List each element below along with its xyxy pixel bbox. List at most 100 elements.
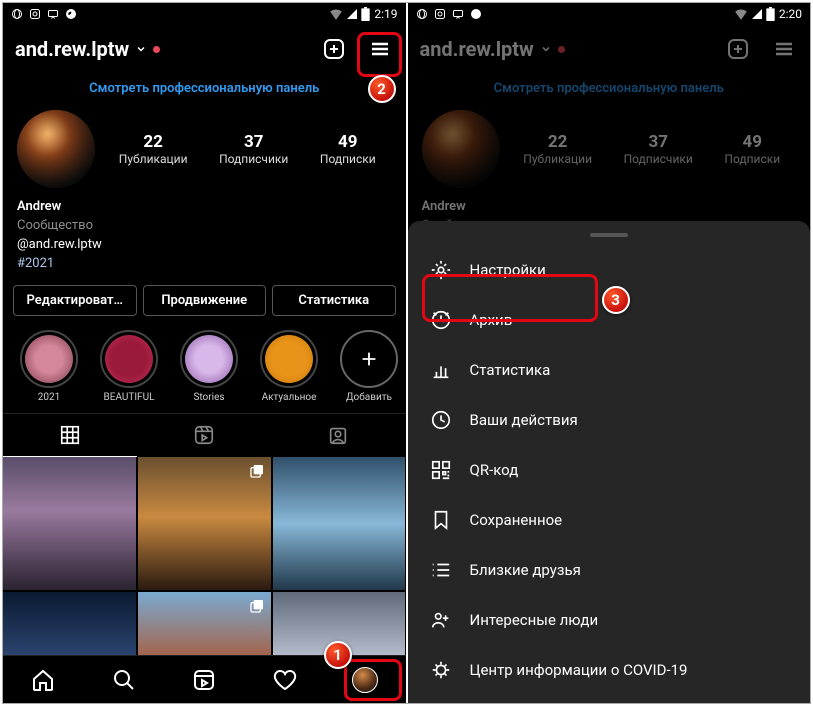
archive-icon [430, 309, 452, 331]
carousel-icon [249, 598, 265, 618]
menu-close-friends[interactable]: Близкие друзья [408, 545, 811, 595]
discover-icon [430, 609, 452, 631]
username: and.rew.lptw [420, 37, 534, 61]
tagged-icon [327, 424, 349, 446]
menu-qr[interactable]: QR-код [408, 445, 811, 495]
display-name: Andrew [17, 198, 392, 217]
chevron-down-icon [540, 43, 552, 55]
post-thumb[interactable] [138, 457, 271, 590]
promote-button[interactable]: Продвижение [143, 285, 267, 316]
wifi-icon [329, 8, 343, 20]
avatar-icon [352, 667, 378, 693]
reels-icon [193, 424, 215, 446]
following-stat[interactable]: 49Подписки [320, 132, 376, 166]
posts-stat[interactable]: 22Публикации [119, 132, 188, 166]
menu-saved[interactable]: Сохраненное [408, 495, 811, 545]
following-stat[interactable]: 49Подписки [724, 132, 780, 166]
highlight-item[interactable]: 2021 [13, 330, 85, 403]
menu-covid[interactable]: Центр информации о COVID-19 [408, 645, 811, 695]
opera-icon [416, 8, 428, 20]
grid-icon [59, 424, 81, 446]
avatar[interactable] [422, 110, 500, 188]
username-selector[interactable]: and.rew.lptw [420, 37, 565, 61]
home-icon [31, 668, 55, 692]
highlight-item[interactable]: BEAUTIFUL [93, 330, 165, 403]
reels-tab[interactable] [137, 414, 271, 457]
highlight-item[interactable]: Актуальное [253, 330, 325, 403]
chart-icon [430, 359, 452, 381]
avatar[interactable] [17, 110, 95, 188]
phone-left: 2:19 and.rew.lptw Смотреть профессиональ… [3, 3, 406, 703]
tagged-tab[interactable] [271, 414, 405, 457]
shazam-icon [470, 8, 482, 20]
status-bar: 2:20 [408, 3, 811, 25]
instagram-icon [29, 8, 41, 20]
battery-icon [766, 7, 775, 21]
instagram-icon [434, 8, 446, 20]
cast-icon [47, 8, 59, 20]
create-button[interactable] [724, 35, 752, 63]
menu-activity[interactable]: Ваши действия [408, 395, 811, 445]
bio-hashtag[interactable]: #2021 [17, 255, 392, 274]
shazam-icon [65, 8, 77, 20]
pro-dashboard-link[interactable]: Смотреть профессиональную панель [408, 73, 811, 110]
opera-icon [11, 8, 23, 20]
highlight-item[interactable]: Stories [173, 330, 245, 403]
category: Сообщество [17, 217, 392, 236]
carousel-icon [249, 463, 265, 483]
sheet-handle[interactable] [590, 233, 628, 237]
create-button[interactable] [320, 35, 348, 63]
gear-icon [430, 259, 452, 281]
bio-handle: @and.rew.lptw [17, 236, 392, 255]
signal-icon [752, 8, 762, 20]
highlights-row[interactable]: 2021 BEAUTIFUL Stories Актуальное Добави… [3, 330, 406, 413]
activity-icon [430, 409, 452, 431]
post-thumb[interactable] [273, 457, 406, 590]
profile-stats-row: 22Публикации 37Подписчики 49Подписки [408, 110, 811, 198]
profile-tab[interactable] [351, 666, 379, 694]
wifi-icon [734, 8, 748, 20]
post-thumb[interactable] [3, 457, 136, 590]
home-tab[interactable] [29, 666, 57, 694]
username: and.rew.lptw [15, 37, 129, 61]
highlight-add[interactable]: Добавить [333, 330, 405, 403]
pro-dashboard-link[interactable]: Смотреть профессиональную панель [3, 73, 406, 110]
list-icon [430, 559, 452, 581]
plus-icon [358, 348, 380, 370]
bio: Andrew Сообщество @and.rew.lptw #2021 [3, 198, 406, 285]
notification-dot [153, 46, 160, 53]
menu-insights[interactable]: Статистика [408, 345, 811, 395]
edit-profile-button[interactable]: Редактироват… [13, 285, 137, 316]
followers-stat[interactable]: 37Подписчики [219, 132, 288, 166]
status-bar: 2:19 [3, 3, 406, 25]
heart-icon [273, 668, 297, 692]
step-badge-1: 1 [324, 641, 352, 669]
insights-button[interactable]: Статистика [272, 285, 396, 316]
menu-button[interactable] [366, 35, 394, 63]
profile-header: and.rew.lptw [3, 25, 406, 73]
grid-tab[interactable] [3, 414, 137, 457]
cast-icon [452, 8, 464, 20]
clock: 2:20 [779, 7, 802, 21]
username-selector[interactable]: and.rew.lptw [15, 37, 160, 61]
bookmark-icon [430, 509, 452, 531]
notification-dot [558, 46, 565, 53]
covid-icon [430, 659, 452, 681]
menu-button[interactable] [770, 35, 798, 63]
menu-discover[interactable]: Интересные люди [408, 595, 811, 645]
posts-stat[interactable]: 22Публикации [523, 132, 592, 166]
activity-tab[interactable] [271, 666, 299, 694]
step-badge-3: 3 [602, 286, 630, 314]
search-icon [112, 668, 136, 692]
chevron-down-icon [135, 43, 147, 55]
search-tab[interactable] [110, 666, 138, 694]
followers-stat[interactable]: 37Подписчики [624, 132, 693, 166]
profile-stats-row: 22Публикации 37Подписчики 49Подписки [3, 110, 406, 198]
signal-icon [347, 8, 357, 20]
step-badge-2: 2 [368, 75, 396, 103]
reels-icon [192, 668, 216, 692]
profile-tabs [3, 413, 406, 457]
display-name: Andrew [422, 198, 797, 217]
reels-nav-tab[interactable] [190, 666, 218, 694]
phone-right: 2:20 and.rew.lptw Смотреть профессиональ… [408, 3, 811, 703]
